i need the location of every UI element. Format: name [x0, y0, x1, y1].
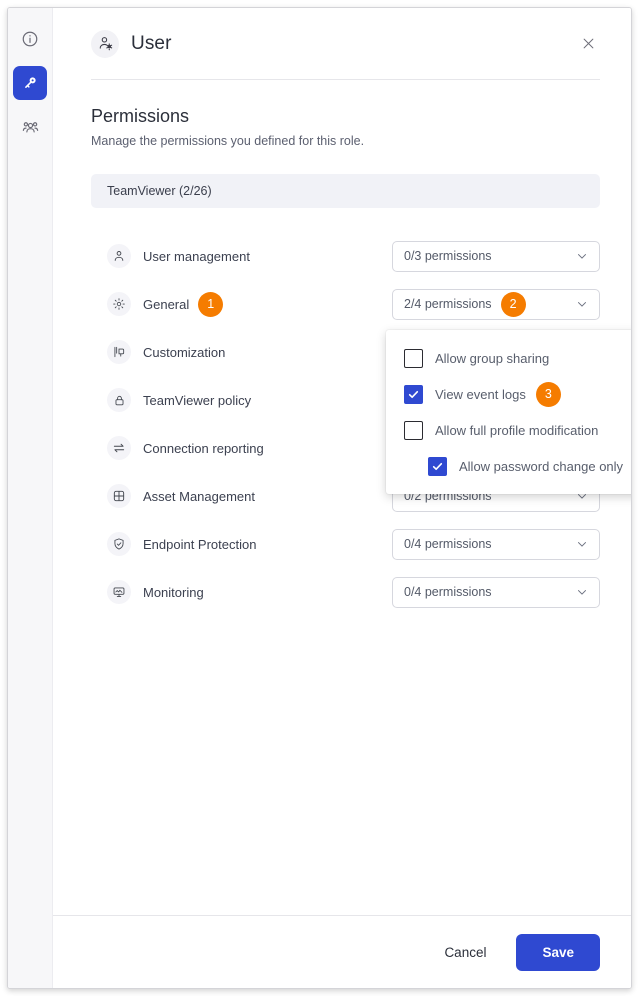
user-icon — [107, 244, 131, 268]
permission-row-user-management[interactable]: User management 0/3 permissions — [91, 232, 600, 280]
info-icon — [21, 30, 39, 48]
permission-row-monitoring[interactable]: Monitoring 0/4 permissions — [91, 568, 600, 616]
gear-icon — [107, 292, 131, 316]
section-title: Permissions — [91, 106, 190, 126]
select-value: 0/4 permissions — [404, 585, 492, 599]
permission-row-label: Customization — [143, 344, 226, 360]
rail-item-permissions[interactable] — [13, 66, 47, 100]
section-subtitle: Manage the permissions you defined for t… — [91, 134, 365, 148]
save-button[interactable]: Save — [516, 933, 600, 971]
step-badge-3: 3 — [535, 381, 561, 407]
exchange-arrows-icon — [107, 436, 131, 460]
monitor-icon — [107, 580, 131, 604]
close-icon[interactable] — [576, 32, 600, 56]
dialog-footer: Cancel Save — [53, 916, 631, 988]
permission-row-label: TeamViewer policy — [143, 392, 252, 408]
permission-select-user-management[interactable]: 0/3 permissions — [392, 240, 600, 272]
dialog-header: User — [53, 8, 631, 79]
dropdown-item-label: Allow full profile modification — [435, 422, 599, 438]
group-users-icon — [21, 118, 40, 137]
product-group-label: TeamViewer (2/26) — [107, 184, 212, 198]
rail-item-groups[interactable] — [13, 110, 47, 144]
permission-select-general[interactable]: 2/4 permissions 2 — [392, 288, 600, 320]
left-icon-rail — [8, 8, 53, 988]
permission-select-monitoring[interactable]: 0/4 permissions — [392, 576, 600, 608]
checkbox-checked-icon[interactable] — [404, 384, 423, 404]
cancel-button[interactable]: Cancel — [432, 937, 498, 968]
rail-item-info[interactable] — [13, 22, 47, 56]
user-permissions-dialog: User Permissions Manage the permissions … — [7, 7, 632, 989]
chevron-down-icon — [575, 585, 589, 599]
dropdown-item-label: View event logs — [435, 386, 526, 402]
customization-icon — [107, 340, 131, 364]
dialog-panel: User Permissions Manage the permissions … — [53, 8, 631, 988]
dropdown-item-allow-full-profile-modification[interactable]: Allow full profile modification — [386, 412, 631, 448]
permission-row-label: General — [143, 296, 190, 312]
chevron-down-icon — [575, 249, 589, 263]
general-permissions-dropdown: Allow group sharing View event logs 3 Al… — [386, 330, 631, 494]
step-badge-2: 2 — [500, 291, 526, 317]
permission-row-label: Asset Management — [143, 488, 256, 504]
checkbox-unchecked-icon[interactable] — [404, 420, 423, 440]
dropdown-item-allow-password-change-only[interactable]: Allow password change only — [386, 448, 631, 484]
permission-row-label: User management — [143, 248, 250, 264]
select-value: 0/3 permissions — [404, 249, 492, 263]
dropdown-item-label: Allow group sharing — [435, 350, 550, 366]
key-icon — [21, 74, 39, 92]
permission-select-endpoint-protection[interactable]: 0/4 permissions — [392, 528, 600, 560]
product-group-band: TeamViewer (2/26) — [91, 174, 600, 208]
select-value: 0/4 permissions — [404, 537, 492, 551]
dropdown-item-allow-group-sharing[interactable]: Allow group sharing — [386, 340, 631, 376]
page-title: User — [131, 32, 172, 54]
dialog-body: Permissions Manage the permissions you d… — [53, 80, 631, 915]
lock-icon — [107, 388, 131, 412]
grid-globe-icon — [107, 484, 131, 508]
dropdown-item-label: Allow password change only — [459, 458, 624, 474]
user-settings-icon — [91, 29, 119, 58]
checkbox-checked-icon[interactable] — [428, 456, 447, 476]
permission-row-general[interactable]: General 1 2/4 permissions 2 — [91, 280, 600, 328]
dropdown-item-view-event-logs[interactable]: View event logs 3 — [386, 376, 631, 412]
select-value: 2/4 permissions — [404, 297, 492, 311]
permission-row-endpoint-protection[interactable]: Endpoint Protection 0/4 permissions — [91, 520, 600, 568]
permission-row-label: Endpoint Protection — [143, 536, 257, 552]
permission-row-label: Connection reporting — [143, 440, 264, 456]
step-badge-1: 1 — [198, 291, 224, 317]
shield-check-icon — [107, 532, 131, 556]
checkbox-unchecked-icon[interactable] — [404, 348, 423, 368]
permission-row-label: Monitoring — [143, 584, 204, 600]
chevron-down-icon — [575, 297, 589, 311]
chevron-down-icon — [575, 537, 589, 551]
permission-rows: User management 0/3 permissions General … — [91, 232, 631, 616]
